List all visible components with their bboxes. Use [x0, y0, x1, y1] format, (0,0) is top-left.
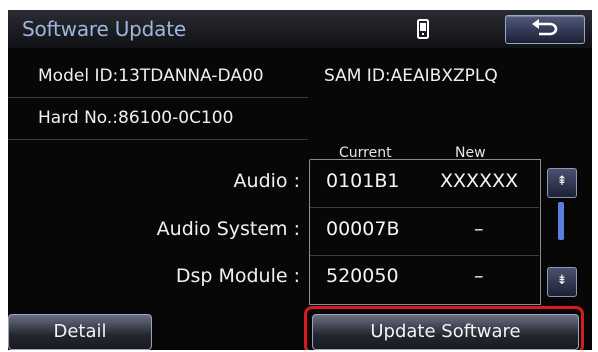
back-arrow-icon: [532, 19, 558, 36]
screen-title: Software Update: [22, 17, 186, 41]
sam-id-text: SAM ID:AEAIBXZPLQ: [324, 66, 498, 86]
row-label-dsp-module: Dsp Module :: [175, 265, 300, 287]
row-divider: [310, 255, 539, 256]
row-new-audio: XXXXXX: [440, 170, 519, 192]
scroll-up-button[interactable]: ⇞: [547, 168, 577, 198]
scroll-down-icon: ⇟: [556, 273, 568, 288]
scroll-thumb[interactable]: [558, 202, 564, 240]
info-divider: [8, 139, 308, 140]
hard-number-text: Hard No.:86100-0C100: [38, 108, 234, 128]
info-divider: [8, 97, 308, 98]
phone-signal-icon: [417, 19, 429, 39]
software-update-screen: Software Update Model ID:13TDANNA-DA00 S…: [8, 10, 592, 350]
model-id-text: Model ID:13TDANNA-DA00: [38, 66, 264, 86]
title-bar: Software Update: [8, 10, 592, 48]
row-current-dsp-module: 520050: [326, 265, 399, 287]
row-current-audio: 0101B1: [326, 170, 400, 192]
row-new-dsp-module: –: [474, 265, 484, 287]
row-label-audio: Audio :: [233, 170, 300, 192]
row-label-audio-system: Audio System :: [156, 218, 300, 240]
row-divider: [310, 207, 539, 208]
update-highlight-outline: [304, 306, 584, 350]
row-current-audio-system: 00007B: [326, 218, 400, 240]
row-new-audio-system: –: [474, 218, 484, 240]
scroll-down-button[interactable]: ⇟: [547, 267, 577, 297]
scroll-up-icon: ⇞: [556, 174, 568, 189]
detail-button[interactable]: Detail: [8, 314, 152, 350]
back-button[interactable]: [505, 15, 585, 44]
